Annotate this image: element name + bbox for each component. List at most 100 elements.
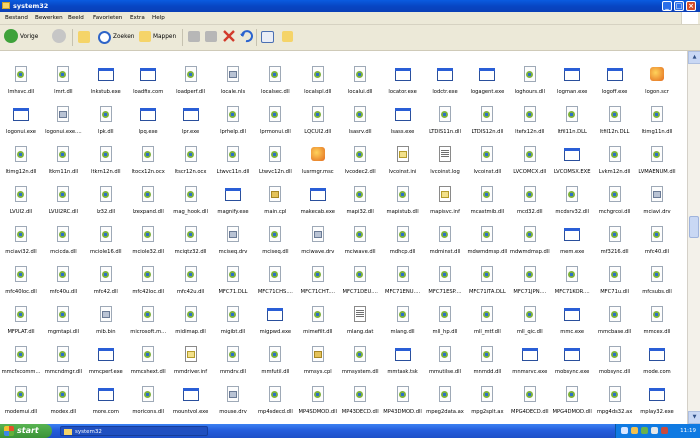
file-item[interactable]: Lvkm12n.dll: [595, 145, 635, 182]
file-item[interactable]: LVMAENUM.dll: [637, 145, 677, 182]
file-item[interactable]: lodctr.exe: [425, 65, 465, 102]
file-item[interactable]: mmcndmgr.dll: [43, 345, 83, 382]
file-item[interactable]: mimefilt.dll: [298, 305, 338, 342]
file-item[interactable]: mmcex.dll: [637, 305, 677, 342]
file-item[interactable]: mmtask.tsk: [383, 345, 423, 382]
file-item[interactable]: logoff.exe: [595, 65, 635, 102]
file-item[interactable]: migpwd.exe: [255, 305, 295, 342]
minimize-button[interactable]: _: [662, 1, 672, 11]
tray-app-icon[interactable]: [641, 427, 648, 434]
file-item[interactable]: mlang.dat: [340, 305, 380, 342]
file-item[interactable]: mdminst.dll: [425, 225, 465, 262]
back-arrow-icon[interactable]: [4, 29, 18, 43]
file-item[interactable]: localui.dll: [340, 65, 380, 102]
file-item[interactable]: migibt.dll: [213, 305, 253, 342]
file-item[interactable]: mf3216.dll: [595, 225, 635, 262]
file-item[interactable]: lz32.dll: [86, 185, 126, 222]
file-item[interactable]: mmsystem.dll: [340, 345, 380, 382]
file-item[interactable]: LVUI2.dll: [1, 185, 41, 222]
forward-arrow-icon[interactable]: [52, 29, 66, 43]
file-item[interactable]: mpeg2data.ax: [425, 385, 465, 422]
menu-bestand[interactable]: Bestand: [5, 15, 28, 21]
file-item[interactable]: mcd32.dll: [510, 185, 550, 222]
file-item[interactable]: mmc.exe: [552, 305, 592, 342]
file-item[interactable]: LQCUI2.dll: [298, 105, 338, 142]
file-item[interactable]: mmcbase.dll: [595, 305, 635, 342]
file-item[interactable]: more.com: [86, 385, 126, 422]
file-item[interactable]: mciseq.drv: [213, 225, 253, 262]
file-item[interactable]: ltkrn12n.dll: [86, 145, 126, 182]
file-item[interactable]: mgmtapi.dll: [43, 305, 83, 342]
file-item[interactable]: mcdsrv32.dll: [552, 185, 592, 222]
file-item[interactable]: lvcoinst.dll: [467, 145, 507, 182]
file-item[interactable]: mmutilse.dll: [425, 345, 465, 382]
file-item[interactable]: mplay32.exe: [637, 385, 677, 422]
file-item[interactable]: lprhelp.dll: [213, 105, 253, 142]
file-item[interactable]: locator.exe: [383, 65, 423, 102]
file-item[interactable]: ltimg12n.dll: [1, 145, 41, 182]
file-item[interactable]: mmsys.cpl: [298, 345, 338, 382]
file-item[interactable]: mmcfxcomm...: [1, 345, 41, 382]
file-item[interactable]: Ltwvc12n.dll: [255, 145, 295, 182]
file-item[interactable]: mapi32.dll: [340, 185, 380, 222]
file-item[interactable]: lnkstub.exe: [86, 65, 126, 102]
file-item[interactable]: mciole16.dll: [86, 225, 126, 262]
file-item[interactable]: MFC71ESP....: [425, 265, 465, 302]
file-item[interactable]: ltfil12n.DLL: [595, 105, 635, 142]
file-item[interactable]: logonui.exe: [1, 105, 41, 142]
file-item[interactable]: LVUI2RC.dll: [43, 185, 83, 222]
file-item[interactable]: modex.dll: [43, 385, 83, 422]
file-item[interactable]: mciqtz32.dll: [171, 225, 211, 262]
file-item[interactable]: mll_mtf.dll: [467, 305, 507, 342]
file-item[interactable]: mobsync.exe: [552, 345, 592, 382]
tray-network-icon[interactable]: [621, 427, 628, 434]
file-item[interactable]: MFC71KOR....: [552, 265, 592, 302]
file-item[interactable]: lvcoinst.log: [425, 145, 465, 182]
file-item[interactable]: mapisvc.inf: [425, 185, 465, 222]
file-item[interactable]: mll_qic.dll: [510, 305, 550, 342]
file-item[interactable]: makecab.exe: [298, 185, 338, 222]
file-item[interactable]: MFC71CHS....: [255, 265, 295, 302]
file-item[interactable]: logonui.exe....: [43, 105, 83, 142]
file-item[interactable]: loghours.dll: [510, 65, 550, 102]
copy-to-icon[interactable]: [205, 31, 217, 42]
file-item[interactable]: mdwmdmsp.dll: [510, 225, 550, 262]
file-item[interactable]: mcicda.dll: [43, 225, 83, 262]
file-item[interactable]: logman.exe: [552, 65, 592, 102]
file-item[interactable]: loadfix.com: [128, 65, 168, 102]
file-item[interactable]: lprmonui.dll: [255, 105, 295, 142]
file-item[interactable]: LVCOMCX.dll: [510, 145, 550, 182]
tray-app-icon[interactable]: [651, 427, 658, 434]
file-item[interactable]: LTDIS12n.dll: [467, 105, 507, 142]
scroll-up-button[interactable]: ▲: [688, 51, 700, 64]
file-item[interactable]: loadperf.dll: [171, 65, 211, 102]
tray-volume-icon[interactable]: [631, 427, 638, 434]
file-item[interactable]: lmhsvc.dll: [1, 65, 41, 102]
file-item[interactable]: mdwmdmsp.dll: [467, 225, 507, 262]
file-item[interactable]: lusrmgr.msc: [298, 145, 338, 182]
file-item[interactable]: modemui.dll: [1, 385, 41, 422]
file-item[interactable]: mapistub.dll: [383, 185, 423, 222]
tray-app-icon[interactable]: [661, 427, 668, 434]
file-item[interactable]: mpg4ds32.ax: [595, 385, 635, 422]
title-bar[interactable]: system32 _ □ ×: [0, 0, 700, 12]
file-item[interactable]: lmrt.dll: [43, 65, 83, 102]
file-item[interactable]: MP4SDMOD.dll: [298, 385, 338, 422]
folder-options-icon[interactable]: [282, 31, 293, 42]
file-item[interactable]: Ltwvc11n.dll: [213, 145, 253, 182]
file-item[interactable]: lsass.exe: [383, 105, 423, 142]
scroll-thumb[interactable]: [689, 216, 699, 238]
file-view[interactable]: lmhsvc.dll lmrt.dll lnkstub.exe loadfix.com…: [0, 51, 687, 424]
file-item[interactable]: mfc42.dll: [86, 265, 126, 302]
file-item[interactable]: mag_hook.dll: [171, 185, 211, 222]
file-item[interactable]: mmdriver.inf: [171, 345, 211, 382]
menu-bewerken[interactable]: Bewerken: [35, 15, 63, 21]
file-item[interactable]: ltefx12n.dll: [510, 105, 550, 142]
file-item[interactable]: ltimg11n.dll: [637, 105, 677, 142]
file-item[interactable]: MFC71.DLL: [213, 265, 253, 302]
file-item[interactable]: mfc40.dll: [637, 225, 677, 262]
file-item[interactable]: mcastmib.dll: [467, 185, 507, 222]
file-item[interactable]: mmcperf.exe: [86, 345, 126, 382]
file-item[interactable]: mmdrv.dll: [213, 345, 253, 382]
taskbar-window-button[interactable]: system32: [60, 426, 208, 436]
